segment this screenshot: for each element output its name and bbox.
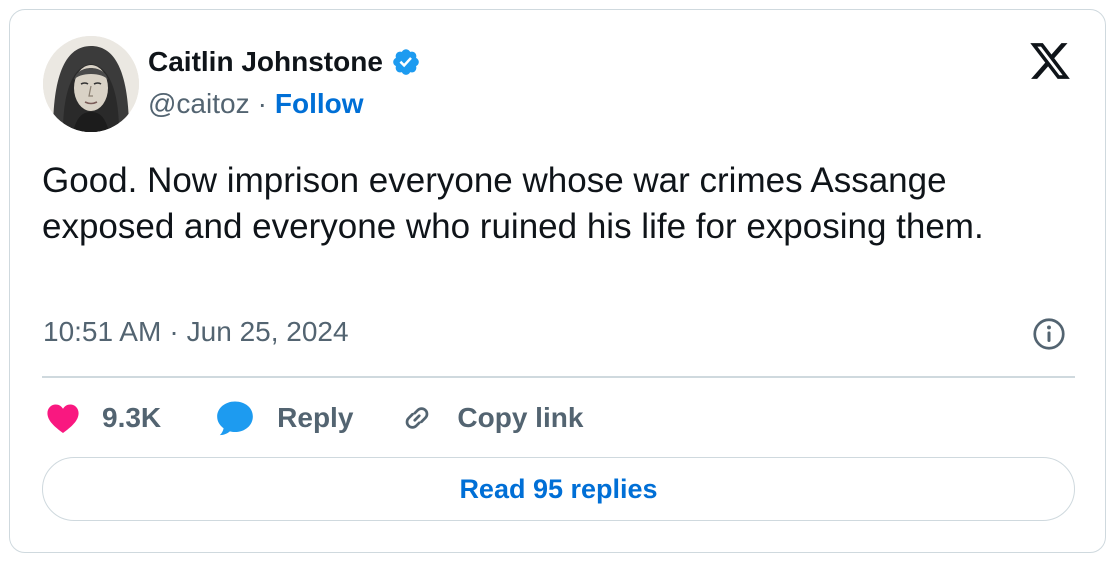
follow-button[interactable]: Follow (275, 88, 364, 120)
read-replies-button[interactable]: Read 95 replies (42, 457, 1075, 521)
x-logo-icon[interactable] (1028, 39, 1072, 83)
tweet-actions: 9.3K Reply Copy link (46, 396, 583, 440)
tweet-time: 10:51 AM (43, 316, 162, 347)
copy-link-label: Copy link (457, 402, 584, 433)
verified-badge-icon (393, 49, 419, 75)
divider (42, 376, 1075, 378)
separator-dot: · (257, 88, 267, 119)
reply-button[interactable]: Reply (215, 399, 353, 437)
author-display-name[interactable]: Caitlin Johnstone (148, 46, 383, 78)
author-handle[interactable]: @caitoz (148, 88, 250, 120)
tweet-text: Good. Now imprison everyone whose war cr… (42, 161, 984, 246)
info-icon[interactable] (1031, 316, 1067, 352)
tweet-embed-card: Caitlin Johnstone @caitoz · Follow Good.… (9, 9, 1106, 553)
avatar[interactable] (43, 36, 139, 132)
author-handle-row: @caitoz · Follow (148, 88, 364, 120)
heart-icon (47, 404, 79, 434)
separator-dot: · (169, 316, 179, 347)
link-icon (406, 407, 429, 429)
tweet-timestamp[interactable]: 10:51 AM · Jun 25, 2024 (43, 316, 349, 348)
speech-bubble-icon (217, 401, 253, 436)
avatar-portrait-icon (43, 36, 139, 132)
copy-link-button[interactable]: Copy link (399, 400, 583, 436)
reply-label: Reply (277, 402, 354, 433)
likes-count: 9.3K (102, 402, 162, 433)
like-button[interactable]: 9.3K (46, 402, 161, 434)
author-name-row: Caitlin Johnstone (148, 46, 421, 78)
tweet-date: Jun 25, 2024 (186, 316, 349, 347)
